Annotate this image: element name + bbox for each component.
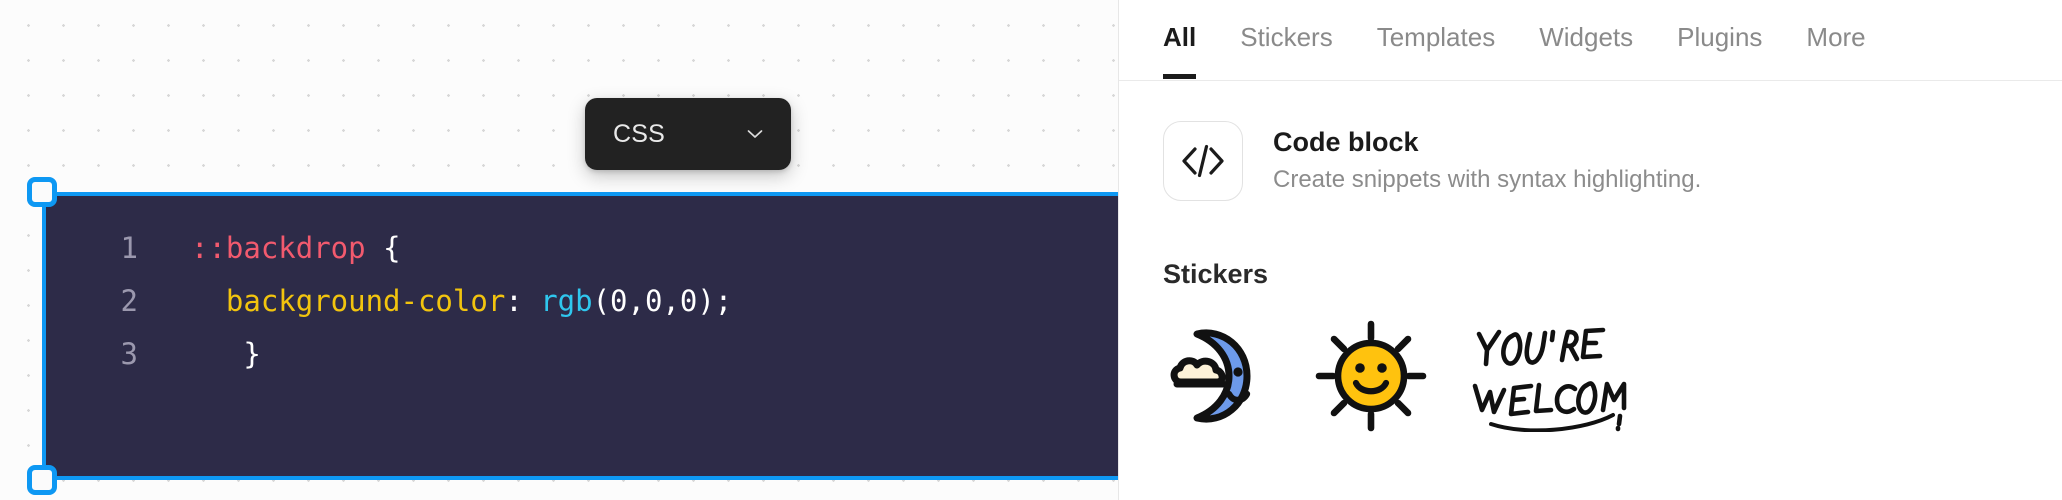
code-line-text: } xyxy=(138,328,261,381)
line-number: 1 xyxy=(120,231,138,265)
code-block-node[interactable]: 1 ::backdrop { 2 background-color: rgb(0… xyxy=(42,192,1118,480)
css-property-token: background-color xyxy=(225,284,506,318)
code-brackets-icon xyxy=(1163,121,1243,201)
selection-handle-bottom-left[interactable] xyxy=(27,465,57,495)
right-side-panel: All Stickers Templates Widgets Plugins M… xyxy=(1118,0,2062,500)
tab-templates[interactable]: Templates xyxy=(1377,22,1496,79)
css-closing-brace-token: } xyxy=(243,337,261,371)
result-item-title: Code block xyxy=(1273,127,1419,158)
stickers-section-heading: Stickers xyxy=(1163,259,1269,289)
code-line-text: ::backdrop { xyxy=(138,222,401,275)
result-item-text: Code block Create snippets with syntax h… xyxy=(1273,128,1701,193)
css-colon-token: : xyxy=(505,284,541,318)
result-item-code-block[interactable]: Code block Create snippets with syntax h… xyxy=(1163,81,2018,201)
css-punctuation-token: { xyxy=(365,231,401,265)
chevron-down-icon xyxy=(745,124,765,144)
result-item-subtitle: Create snippets with syntax highlighting… xyxy=(1273,166,1702,194)
language-selector-dropdown[interactable]: CSS xyxy=(585,98,791,170)
design-canvas[interactable]: 1 ::backdrop { 2 background-color: rgb(0… xyxy=(0,0,1118,500)
selection-handle-top-left[interactable] xyxy=(27,177,57,207)
tab-all[interactable]: All xyxy=(1163,22,1197,79)
line-number: 2 xyxy=(120,284,138,318)
css-function-token: rgb xyxy=(540,284,593,318)
line-number: 3 xyxy=(120,337,138,371)
app-root: 1 ::backdrop { 2 background-color: rgb(0… xyxy=(0,0,2062,500)
css-selector-token: ::backdrop xyxy=(191,231,366,265)
tab-stickers[interactable]: Stickers xyxy=(1240,22,1332,79)
css-args-token: (0,0,0); xyxy=(592,284,733,318)
smiling-sun-sticker[interactable] xyxy=(1315,320,1427,432)
panel-content: Code block Create snippets with syntax h… xyxy=(1119,81,2062,432)
language-selector-label: CSS xyxy=(613,119,666,148)
panel-tab-bar: All Stickers Templates Widgets Plugins M… xyxy=(1119,0,2062,81)
tab-more[interactable]: More xyxy=(1806,22,1865,79)
crescent-moon-with-cloud-sticker[interactable] xyxy=(1163,320,1275,432)
code-line: 3 } xyxy=(46,328,1118,381)
youre-welcome-text-sticker[interactable] xyxy=(1467,320,1627,432)
tab-plugins[interactable]: Plugins xyxy=(1677,22,1762,79)
code-line: 1 ::backdrop { xyxy=(46,222,1118,275)
code-content: 1 ::backdrop { 2 background-color: rgb(0… xyxy=(46,196,1118,476)
code-line-text: background-color: rgb(0,0,0); xyxy=(138,275,732,328)
stickers-grid xyxy=(1163,320,2018,432)
tab-widgets[interactable]: Widgets xyxy=(1539,22,1633,79)
code-line: 2 background-color: rgb(0,0,0); xyxy=(46,275,1118,328)
